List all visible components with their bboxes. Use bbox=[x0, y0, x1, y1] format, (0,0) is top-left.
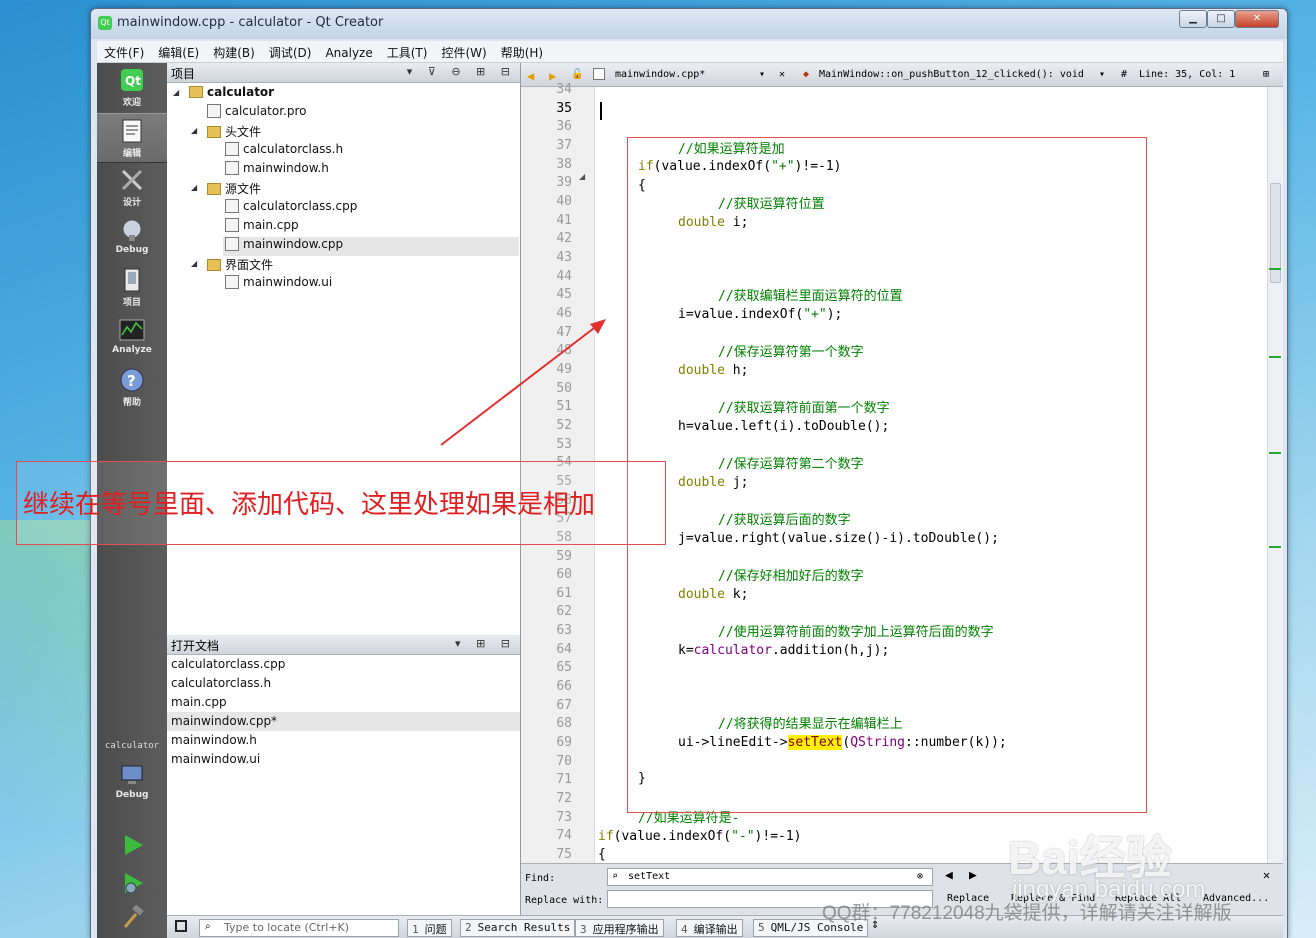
qq-watermark: QQ群：778212048九袋提供，详解请关注详解版 bbox=[822, 903, 1232, 924]
annotation-box: 继续在等号里面、添加代码、这里处理如果是相加 bbox=[16, 461, 666, 545]
annotation-text: 继续在等号里面、添加代码、这里处理如果是相加 bbox=[23, 490, 596, 520]
